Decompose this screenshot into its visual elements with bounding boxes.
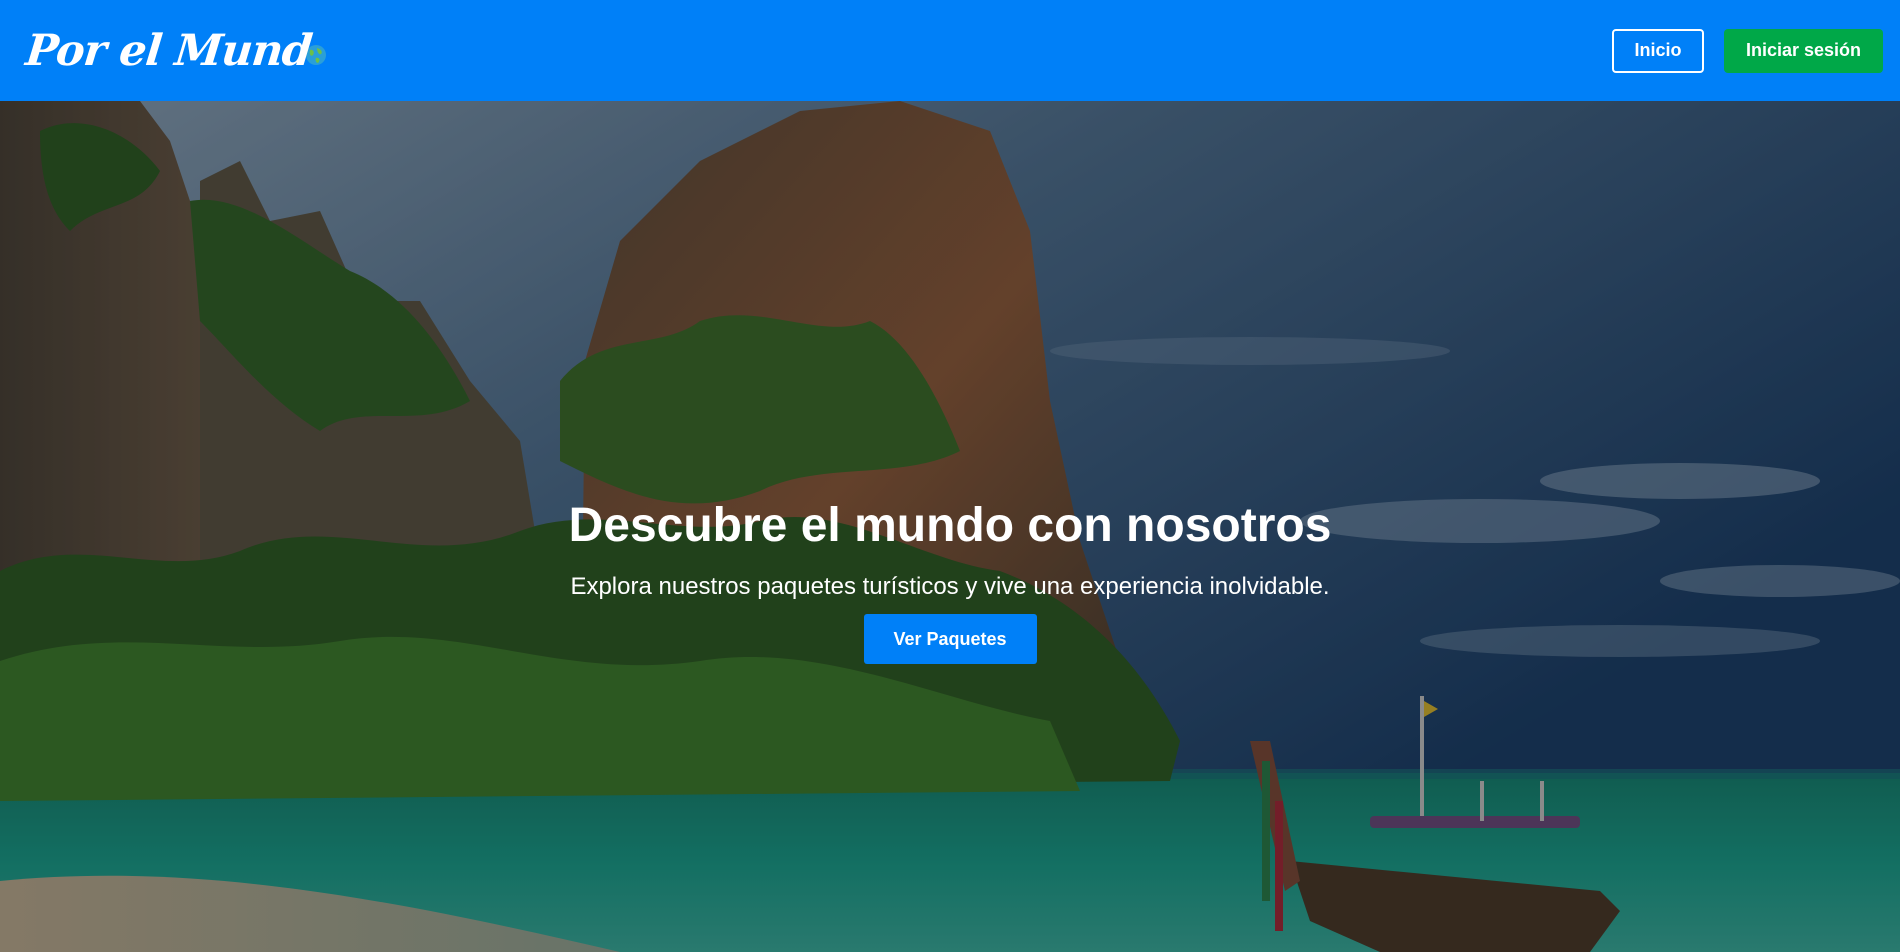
nav-buttons: Inicio Iniciar sesión	[1612, 28, 1883, 73]
hero-title: Descubre el mundo con nosotros	[568, 499, 1332, 552]
brand-name: Por el Mund	[23, 25, 314, 76]
login-button[interactable]: Iniciar sesión	[1724, 28, 1883, 73]
hero-section: Descubre el mundo con nosotros Explora n…	[0, 101, 1900, 952]
inicio-button[interactable]: Inicio	[1612, 28, 1704, 73]
hero-content: Descubre el mundo con nosotros Explora n…	[0, 496, 1900, 664]
hero-subtitle: Explora nuestros paquetes turísticos y v…	[570, 573, 1330, 600]
navbar: Por el Mund Inicio Iniciar sesión	[0, 0, 1900, 101]
ver-paquetes-button[interactable]: Ver Paquetes	[863, 614, 1037, 664]
brand-logo[interactable]: Por el Mund	[23, 25, 327, 76]
